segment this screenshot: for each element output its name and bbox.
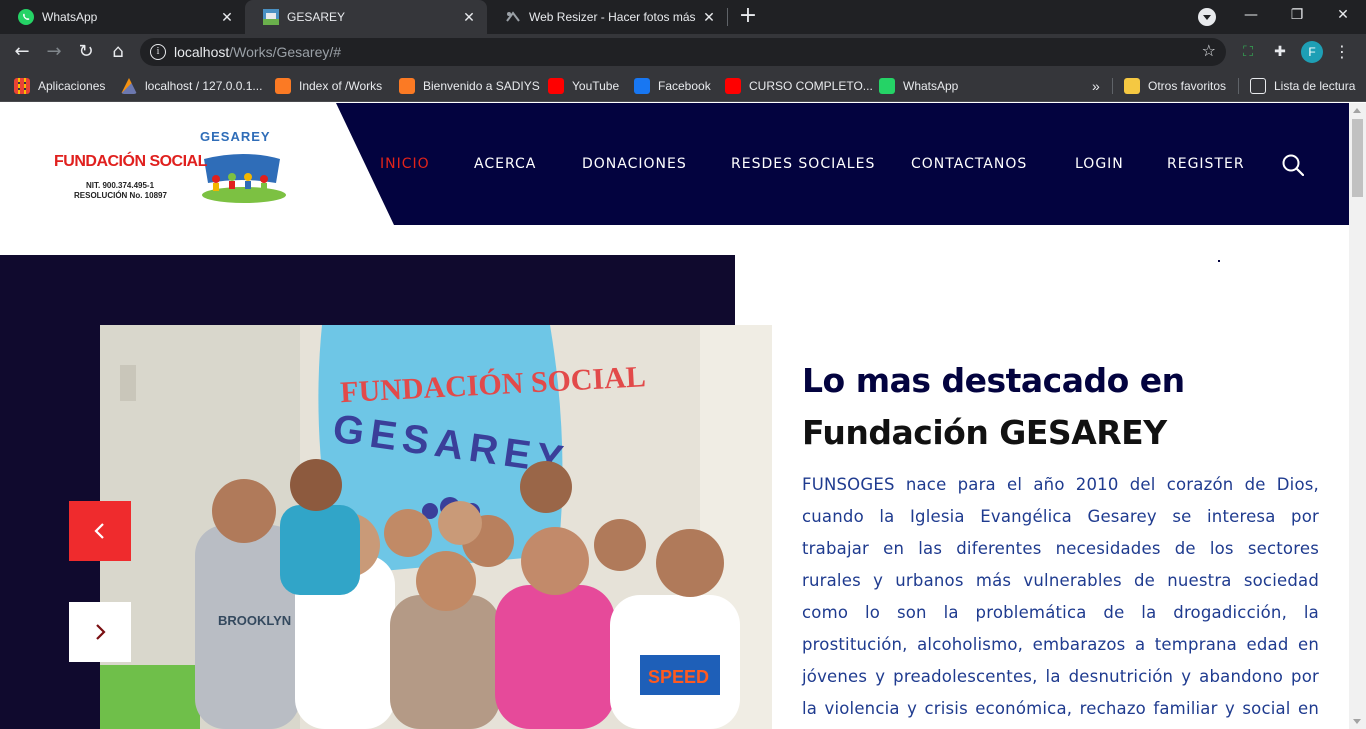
bookmark-label: WhatsApp — [903, 79, 959, 93]
bookmark-curso[interactable]: CURSO COMPLETO... — [725, 76, 873, 96]
apps-icon — [14, 78, 30, 94]
chevron-left-icon — [94, 523, 104, 539]
xampp-icon — [275, 78, 291, 94]
url-text: localhost/Works/Gesarey/# — [174, 44, 341, 60]
tab-title: Web Resizer - Hacer fotos más rá — [529, 10, 699, 24]
chevron-right-icon — [96, 624, 106, 640]
bookmark-star-icon[interactable]: ☆ — [1202, 41, 1216, 60]
address-bar[interactable]: i localhost/Works/Gesarey/# ☆ — [140, 38, 1226, 66]
section-title-line2: Fundación GESAREY — [802, 413, 1167, 452]
xampp-icon — [399, 78, 415, 94]
reading-list-icon — [1250, 78, 1266, 94]
gesarey-favicon — [263, 9, 279, 25]
forward-icon[interactable]: → — [42, 40, 66, 64]
url-path: /Works/Gesarey/# — [229, 44, 342, 60]
web-page: GESAREY FUNDACIÓN SOCIAL NIT. 900.374.49… — [0, 103, 1349, 729]
nav-acerca[interactable]: ACERCA — [474, 156, 536, 172]
folder-icon — [1124, 78, 1140, 94]
tab-whatsapp[interactable]: WhatsApp ✕ — [0, 0, 245, 34]
slider-next-button[interactable] — [69, 602, 131, 662]
minimize-icon[interactable]: — — [1228, 0, 1274, 30]
bookmark-other-favorites[interactable]: Otros favoritos — [1124, 76, 1226, 96]
tab-gesarey[interactable]: GESAREY ✕ — [245, 0, 487, 34]
section-title-line1: Lo mas destacado en — [802, 361, 1185, 400]
bookmark-label: Aplicaciones — [38, 79, 106, 93]
shirt-text2: SPEED — [648, 667, 709, 687]
nav-donaciones[interactable]: DONACIONES — [582, 156, 687, 172]
bookmark-label: YouTube — [572, 79, 620, 93]
logo-resolution: RESOLUCIÓN No. 10897 — [74, 191, 167, 200]
bookmark-label: Index of /Works — [299, 79, 383, 93]
browser-toolbar: ← → ↻ ⌂ i localhost/Works/Gesarey/# ☆ ⛶ … — [0, 34, 1366, 70]
reload-icon[interactable]: ↻ — [74, 40, 98, 64]
bookmarks-overflow-icon[interactable]: » — [1092, 76, 1100, 96]
url-host: localhost — [174, 44, 230, 60]
bookmark-separator — [1112, 78, 1113, 94]
hero-photo-illustration: FUNDACIÓN SOCIAL GESAREY BROOKLYN STATE — [100, 325, 772, 729]
youtube-icon — [548, 78, 564, 94]
bookmark-sadiys[interactable]: Bienvenido a SADIYS — [399, 76, 540, 96]
close-icon[interactable]: ✕ — [701, 9, 717, 25]
home-icon[interactable]: ⌂ — [106, 40, 130, 64]
logo-nit: NIT. 900.374.495-1 — [86, 181, 155, 190]
bookmark-apps[interactable]: Aplicaciones — [14, 76, 105, 96]
window-close-icon[interactable]: ✕ — [1320, 0, 1366, 30]
profile-avatar[interactable]: F — [1301, 41, 1323, 63]
tab-web-resizer[interactable]: Web Resizer - Hacer fotos más rá ✕ — [487, 0, 727, 34]
bookmark-label: Bienvenido a SADIYS — [423, 79, 540, 93]
section-paragraph: FUNSOGES nace para el año 2010 del coraz… — [802, 475, 1319, 718]
slider-prev-button[interactable] — [69, 501, 131, 561]
page-scrollbar[interactable] — [1349, 103, 1366, 729]
whatsapp-icon — [18, 9, 34, 25]
scroll-down-icon[interactable] — [1353, 719, 1361, 724]
scroll-thumb[interactable] — [1352, 119, 1363, 197]
search-icon[interactable] — [1282, 154, 1304, 176]
bookmark-label: Facebook — [658, 79, 711, 93]
bookmark-localhost[interactable]: localhost / 127.0.0.1... — [121, 76, 262, 96]
tab-separator — [727, 8, 728, 26]
logo-text: FUNDACIÓN SOCIAL — [54, 153, 207, 170]
tab-search-icon[interactable] — [1198, 8, 1216, 26]
bookmark-youtube[interactable]: YouTube — [548, 76, 619, 96]
phpmyadmin-icon — [121, 78, 137, 94]
nav-contactanos[interactable]: CONTACTANOS — [911, 156, 1027, 172]
hero-photo: FUNDACIÓN SOCIAL GESAREY BROOKLYN STATE — [100, 325, 772, 729]
bookmark-reading-list[interactable]: Lista de lectura — [1250, 76, 1355, 96]
site-header: GESAREY FUNDACIÓN SOCIAL NIT. 900.374.49… — [0, 103, 1349, 225]
nav-inicio[interactable]: INICIO — [380, 156, 430, 172]
browser-tabstrip: WhatsApp ✕ GESAREY ✕ Web Resizer - Hacer… — [0, 0, 1366, 34]
new-tab-icon[interactable]: + — [737, 5, 759, 28]
site-logo[interactable]: GESAREY FUNDACIÓN SOCIAL NIT. 900.374.49… — [52, 129, 286, 203]
bookmarks-bar: Aplicaciones localhost / 127.0.0.1... In… — [0, 70, 1366, 102]
bookmark-facebook[interactable]: Facebook — [634, 76, 711, 96]
facebook-icon — [634, 78, 650, 94]
bookmark-label: localhost / 127.0.0.1... — [145, 79, 263, 93]
scroll-up-icon[interactable] — [1353, 108, 1361, 113]
bookmark-label: Otros favoritos — [1148, 79, 1227, 93]
site-info-icon[interactable]: i — [150, 44, 166, 60]
youtube-icon — [725, 78, 741, 94]
nav-login[interactable]: LOGIN — [1075, 156, 1124, 172]
restore-icon[interactable]: ❐ — [1274, 0, 1320, 30]
bookmark-separator — [1238, 78, 1239, 94]
logo-brand: GESAREY — [200, 129, 271, 144]
menu-icon[interactable]: ⋮ — [1332, 42, 1352, 62]
back-icon[interactable]: ← — [10, 40, 34, 64]
decorative-dot — [1218, 260, 1220, 262]
close-icon[interactable]: ✕ — [461, 9, 477, 25]
nav-register[interactable]: REGISTER — [1167, 156, 1245, 172]
bookmark-whatsapp[interactable]: WhatsApp — [879, 76, 958, 96]
bookmark-index-works[interactable]: Index of /Works — [275, 76, 382, 96]
nav-redes-sociales[interactable]: RESDES SOCIALES — [731, 156, 875, 172]
bookmark-label: CURSO COMPLETO... — [749, 79, 873, 93]
tab-title: WhatsApp — [42, 10, 98, 24]
screen-capture-icon[interactable]: ⛶ — [1238, 42, 1258, 62]
tab-title: GESAREY — [287, 10, 346, 24]
resizer-icon — [506, 11, 520, 22]
whatsapp-icon — [879, 78, 895, 94]
bookmark-label: Lista de lectura — [1274, 79, 1356, 93]
close-icon[interactable]: ✕ — [219, 9, 235, 25]
extensions-icon[interactable]: ✚ — [1270, 42, 1290, 62]
